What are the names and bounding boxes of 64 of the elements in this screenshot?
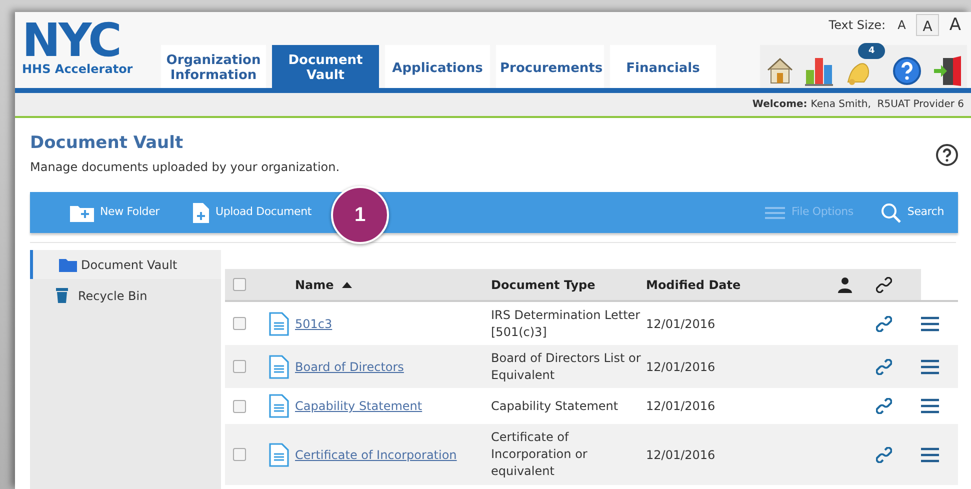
table-cell: IRS Determination Letter [501(c)3] xyxy=(491,301,646,345)
document-link[interactable]: Capability Statement xyxy=(295,399,422,413)
column-header[interactable]: Name xyxy=(295,276,352,294)
search-icon xyxy=(881,202,902,222)
text-size-button[interactable]: A xyxy=(892,19,912,31)
notification-badge: 4 xyxy=(858,43,885,59)
table-cell: 12/01/2016 xyxy=(646,424,838,485)
nav-tab[interactable]: Applications xyxy=(385,45,490,88)
document-link[interactable]: Board of Directors xyxy=(295,360,404,374)
table-cell: 12/01/2016 xyxy=(646,345,838,388)
document-icon xyxy=(269,394,289,418)
link-icon xyxy=(876,276,892,292)
table-cell: Certificate of Incorporation or equivalent xyxy=(491,424,646,485)
nav-tab[interactable]: Procurements xyxy=(496,45,604,88)
folder-plus-icon xyxy=(70,204,94,222)
link-icon[interactable] xyxy=(876,398,892,414)
help-icon[interactable] xyxy=(936,144,958,166)
text-size-button[interactable]: A xyxy=(916,14,940,36)
column-header[interactable]: Modified Date xyxy=(646,276,741,294)
page-title: Document Vault xyxy=(30,132,184,154)
column-header[interactable]: Document Type xyxy=(491,276,596,294)
sort-ascending-icon xyxy=(342,280,352,288)
document-link[interactable]: 501c3 xyxy=(295,316,332,330)
menu-icon[interactable] xyxy=(921,358,940,374)
row-checkbox[interactable] xyxy=(233,400,246,412)
document-icon xyxy=(269,354,289,378)
nav-tab[interactable]: Organization Information xyxy=(161,45,266,88)
person-icon xyxy=(838,276,852,292)
row-checkbox[interactable] xyxy=(233,360,246,373)
link-icon[interactable] xyxy=(876,316,892,332)
select-all-checkbox[interactable] xyxy=(233,278,246,291)
callout-badge: 1 xyxy=(331,186,389,244)
folder-icon xyxy=(59,257,77,272)
nav-tab[interactable]: Document Vault xyxy=(272,45,379,88)
table-cell: 12/01/2016 xyxy=(646,388,838,424)
sidebar-item[interactable]: Document Vault xyxy=(30,250,221,279)
table-cell: 12/01/2016 xyxy=(646,301,838,345)
logo-subtitle: HHS Accelerator xyxy=(22,62,133,76)
document-link[interactable]: Certificate of Incorporation xyxy=(295,448,457,462)
file-plus-icon xyxy=(193,202,210,222)
table-cell: Capability Statement xyxy=(491,388,646,424)
exit-door-icon[interactable] xyxy=(933,56,962,86)
row-checkbox[interactable] xyxy=(233,448,246,461)
trash-icon xyxy=(56,288,68,303)
text-size-button[interactable]: A xyxy=(943,16,967,34)
home-icon[interactable] xyxy=(766,56,794,86)
row-checkbox[interactable] xyxy=(233,317,246,330)
menu-icon[interactable] xyxy=(921,446,940,462)
logo: NYC xyxy=(22,20,120,60)
document-icon xyxy=(269,442,289,466)
welcome-text: Welcome: Kena Smith, R5UAT Provider 6 xyxy=(752,98,964,112)
table-cell: Board of Directors List or Equivalent xyxy=(491,345,646,388)
link-icon[interactable] xyxy=(876,358,892,374)
text-size-label: Text Size: xyxy=(828,17,886,34)
link-icon[interactable] xyxy=(876,446,892,462)
menu-icon xyxy=(765,206,786,220)
page-subtitle: Manage documents uploaded by your organization. xyxy=(30,159,340,176)
menu-icon[interactable] xyxy=(921,398,940,414)
help-icon[interactable] xyxy=(892,56,922,86)
bar-chart-icon[interactable] xyxy=(805,56,834,86)
toolbar-button: File Options xyxy=(765,204,854,221)
document-icon xyxy=(269,312,289,336)
nav-tab[interactable]: Financials xyxy=(610,45,716,88)
menu-icon[interactable] xyxy=(921,316,940,332)
